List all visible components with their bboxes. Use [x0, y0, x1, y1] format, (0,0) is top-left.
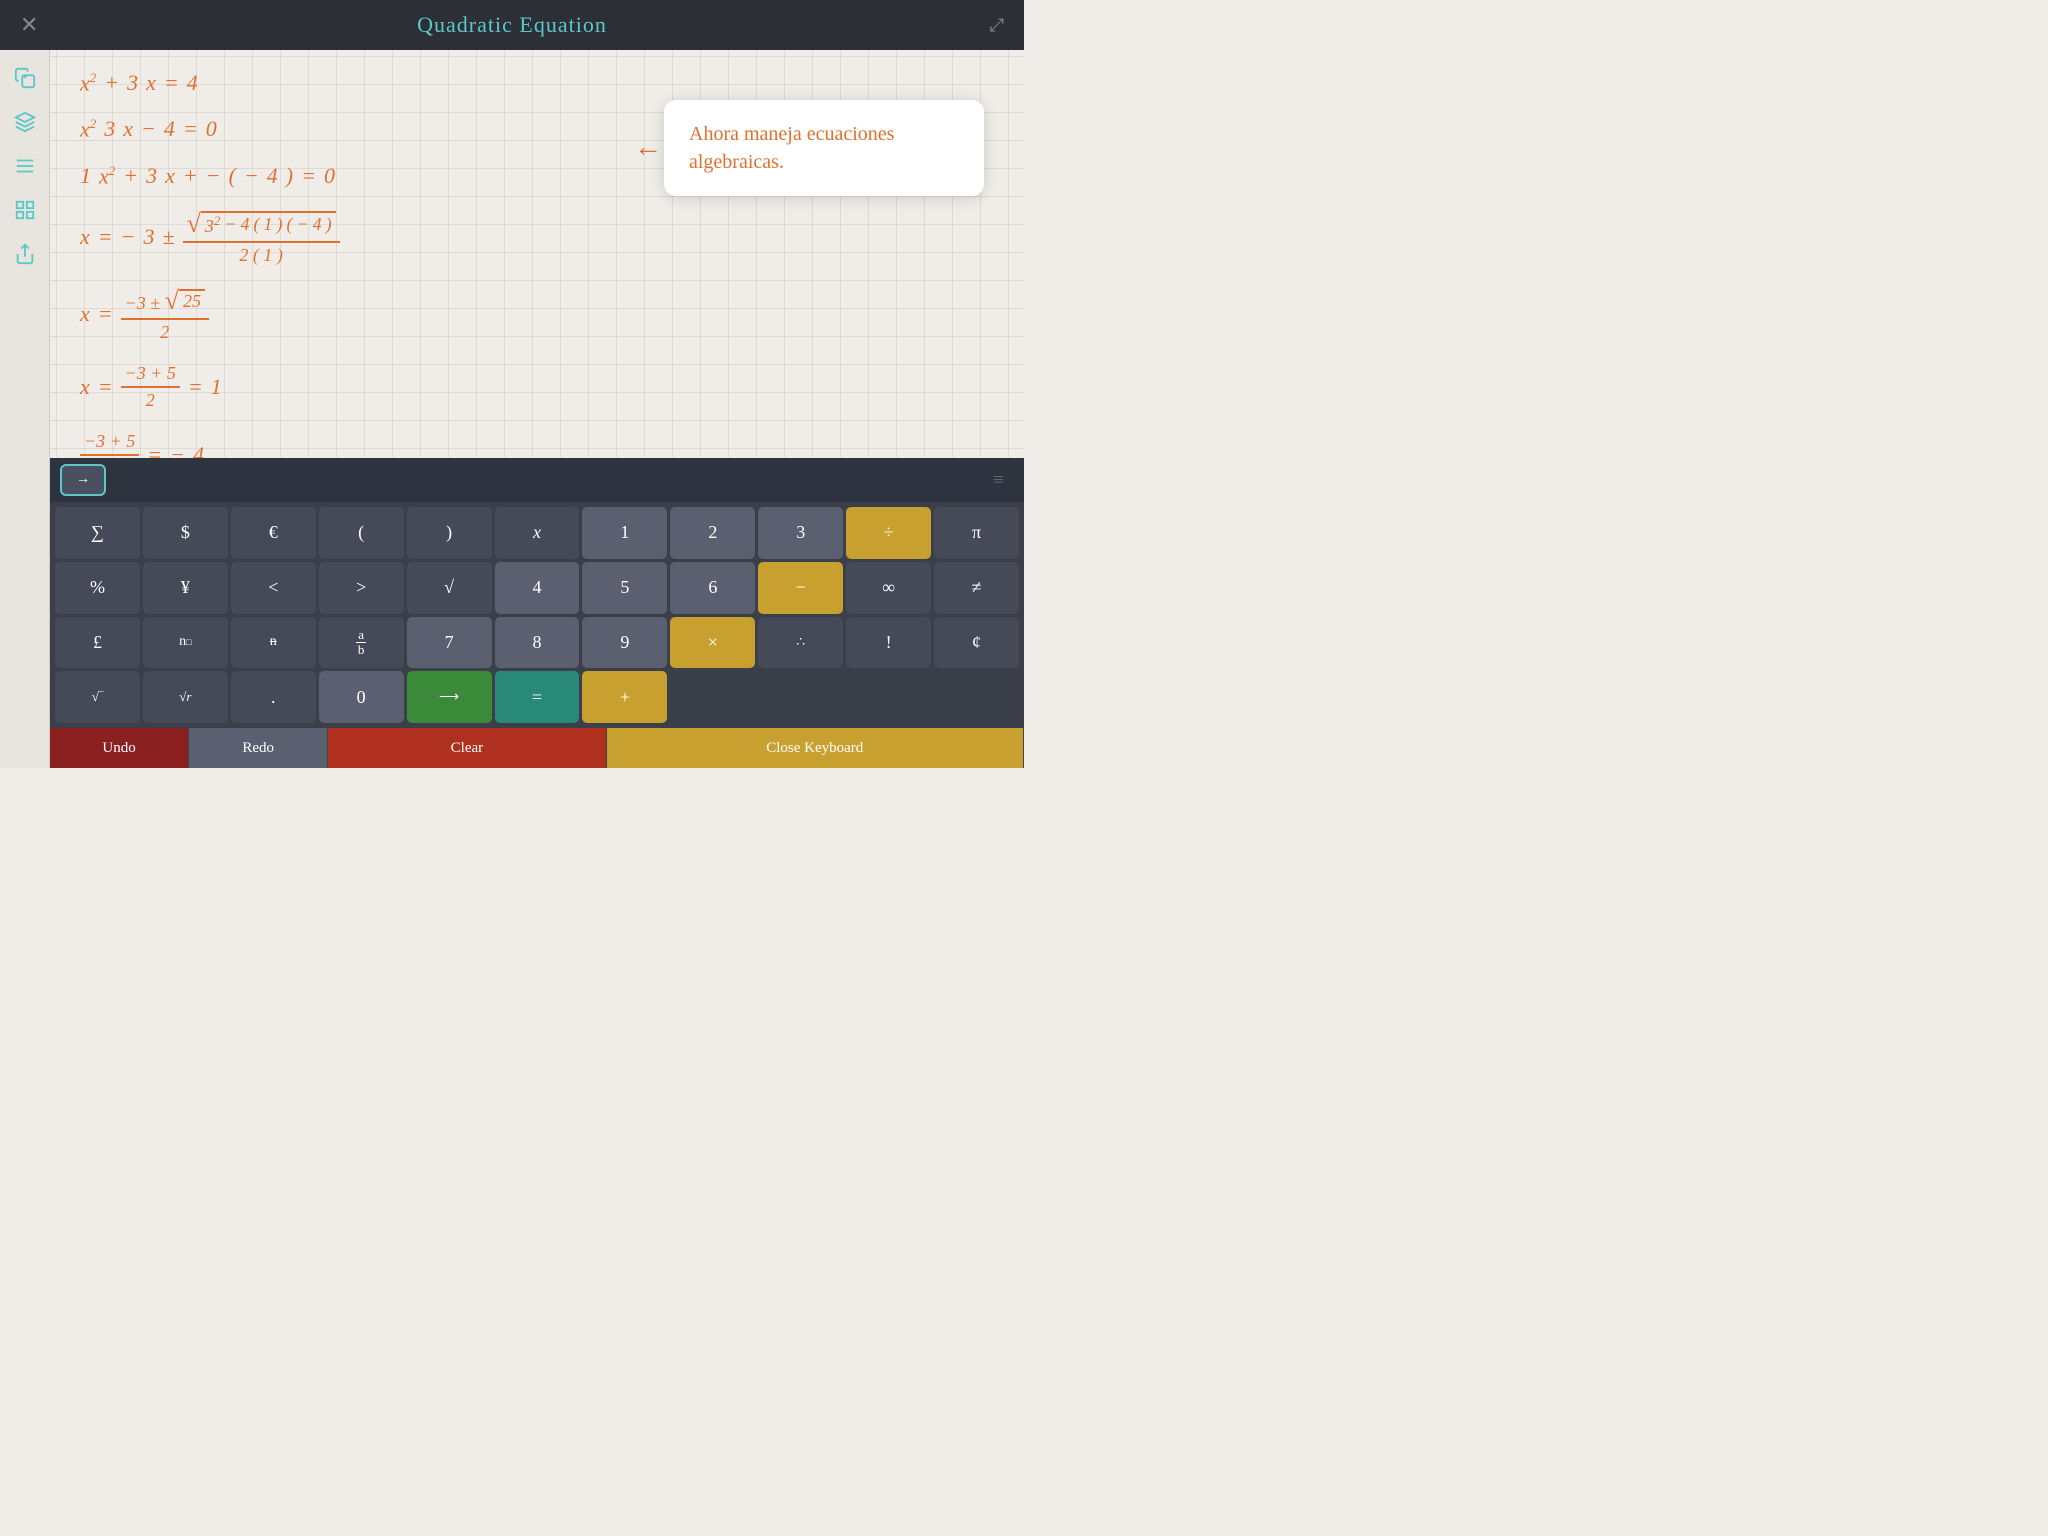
close-keyboard-button[interactable]: Close Keyboard — [607, 728, 1024, 768]
key-strikethrough-n[interactable]: n — [231, 617, 316, 669]
key-less[interactable]: < — [231, 562, 316, 614]
key-yen[interactable]: ¥ — [143, 562, 228, 614]
tooltip-arrow-icon: ← — [634, 132, 662, 164]
key-therefore[interactable]: ∴ — [758, 617, 843, 669]
key-4[interactable]: 4 — [495, 562, 580, 614]
header: ✕ Quadratic Equation ⤢ — [0, 0, 1024, 50]
arrow-right-icon: → — [76, 472, 90, 488]
key-long-arrow[interactable]: ⟶ — [407, 671, 492, 723]
keyboard-tab-arrow[interactable]: → — [60, 464, 106, 496]
key-fraction[interactable]: ab — [319, 617, 404, 669]
clear-button[interactable]: Clear — [328, 728, 606, 768]
keyboard-drag-handle[interactable]: ≡ — [993, 469, 1004, 492]
key-cent[interactable]: ¢ — [934, 617, 1019, 669]
key-6[interactable]: 6 — [670, 562, 755, 614]
tooltip-text: Ahora maneja ecuaciones algebraicas. — [689, 123, 894, 173]
layers-icon[interactable] — [7, 104, 43, 140]
key-dot[interactable]: . — [231, 671, 316, 723]
page-title: Quadratic Equation — [417, 12, 607, 38]
key-greater[interactable]: > — [319, 562, 404, 614]
sidebar — [0, 50, 50, 768]
key-plus[interactable]: + — [582, 671, 667, 723]
key-multiply[interactable]: × — [670, 617, 755, 669]
key-notequal[interactable]: ≠ — [934, 562, 1019, 614]
key-rparen[interactable]: ) — [407, 507, 492, 559]
key-5[interactable]: 5 — [582, 562, 667, 614]
close-button[interactable]: ✕ — [20, 12, 38, 38]
share-icon[interactable] — [7, 236, 43, 272]
undo-button[interactable]: Undo — [50, 728, 189, 768]
keyboard-bottom-bar: Undo Redo Clear Close Keyboard — [50, 728, 1024, 768]
tooltip-bubble: ← Ahora maneja ecuaciones algebraicas. — [664, 100, 984, 196]
grid-icon[interactable] — [7, 192, 43, 228]
key-pi[interactable]: π — [934, 507, 1019, 559]
key-9[interactable]: 9 — [582, 617, 667, 669]
key-equals[interactable]: = — [495, 671, 580, 723]
keyboard-keys-grid: ∑ $ € ( ) x 1 2 3 ÷ π % ¥ < > √ 4 5 6 − … — [50, 502, 1024, 728]
key-2[interactable]: 2 — [670, 507, 755, 559]
key-0[interactable]: 0 — [319, 671, 404, 723]
keyboard-top-bar: → ≡ — [50, 458, 1024, 502]
key-sqrt-r[interactable]: √r — [143, 671, 228, 723]
key-pound[interactable]: £ — [55, 617, 140, 669]
equation-row-7: −3 + 5 2 = − 4 — [80, 431, 994, 458]
expand-button[interactable]: ⤢ — [990, 15, 1004, 36]
key-infinity[interactable]: ∞ — [846, 562, 931, 614]
key-exclaim[interactable]: ! — [846, 617, 931, 669]
key-sqrt[interactable]: √ — [407, 562, 492, 614]
key-sigma[interactable]: ∑ — [55, 507, 140, 559]
key-1[interactable]: 1 — [582, 507, 667, 559]
key-lparen[interactable]: ( — [319, 507, 404, 559]
key-8[interactable]: 8 — [495, 617, 580, 669]
key-dollar[interactable]: $ — [143, 507, 228, 559]
list-icon[interactable] — [7, 148, 43, 184]
key-x[interactable]: x — [495, 507, 580, 559]
key-percent[interactable]: % — [55, 562, 140, 614]
key-sqrt-blank[interactable]: √‾ — [55, 671, 140, 723]
key-minus[interactable]: − — [758, 562, 843, 614]
keyboard: → ≡ ∑ $ € ( ) x 1 2 3 ÷ π % ¥ < > √ 4 5 … — [50, 458, 1024, 768]
copy-icon[interactable] — [7, 60, 43, 96]
redo-button[interactable]: Redo — [189, 728, 328, 768]
key-3[interactable]: 3 — [758, 507, 843, 559]
equation-row-5: x = −3 ± √ 25 2 — [80, 286, 994, 343]
equation-row-6: x = −3 + 5 2 = 1 — [80, 363, 994, 411]
key-superscript[interactable]: n□ — [143, 617, 228, 669]
key-euro[interactable]: € — [231, 507, 316, 559]
equation-row-1: x2 + 3 x = 4 — [80, 70, 994, 96]
equation-row-4: x = − 3 ± √ 32 − 4 ( 1 — [80, 209, 994, 266]
key-divide[interactable]: ÷ — [846, 507, 931, 559]
key-7[interactable]: 7 — [407, 617, 492, 669]
